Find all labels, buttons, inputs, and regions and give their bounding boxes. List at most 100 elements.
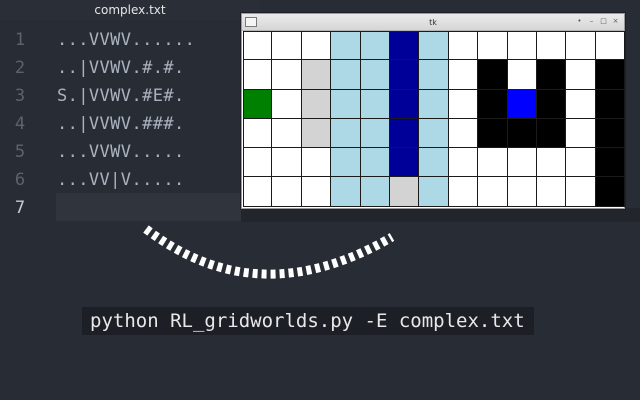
grid-cell-water [360,177,390,207]
grid-cell-deep [389,60,420,90]
tk-window-title: tk [429,18,437,27]
code-line[interactable]: ...VVWV..... [57,138,195,166]
grid-cell-wind [301,60,332,90]
code-line[interactable]: ...VV|V..... [57,166,195,194]
grid-cell-goal [507,89,537,119]
grid-cell-empty [507,31,537,61]
grid-cell-empty [507,60,537,90]
grid-cell-deep [389,148,420,178]
grid-cell-water [419,148,449,178]
grid-cell-empty [272,89,302,119]
grid-cell-empty [448,148,479,178]
grid-cell-empty [448,31,479,61]
grid-cell-empty [507,177,537,207]
grid-cell-wind [301,118,332,149]
grid-cell-wall [478,89,508,119]
grid-cell-wall [478,60,508,90]
grid-cell-empty [301,148,332,178]
editor-tab-title: complex.txt [94,3,166,17]
dashed-arrow-arc [143,225,395,279]
grid-cell-empty [566,148,596,178]
grid-cell-empty [272,60,302,90]
grid-cell-empty [243,177,273,207]
line-number: 4 [14,114,26,134]
line-number: 7 [14,198,26,218]
grid-cell-empty [272,118,302,149]
grid-cell-water [360,31,390,61]
tk-titlebar[interactable]: tk • – □ × [242,14,624,31]
grid-cell-empty [448,118,479,149]
grid-cell-empty [448,60,479,90]
grid-cell-empty [272,177,302,207]
grid-cell-wall [595,177,626,207]
grid-cell-wind [301,89,332,119]
grid-cell-empty [243,148,273,178]
grid-cell-empty [301,177,332,207]
grid-cell-empty [243,118,273,149]
grid-cell-water [419,60,449,90]
grid-cell-water [360,148,390,178]
line-number: 2 [14,58,26,78]
minimize-icon[interactable]: – [587,17,596,26]
code-line[interactable]: ..|VVWV.###. [57,110,195,138]
grid-cell-empty [478,31,508,61]
grid-cell-empty [507,148,537,178]
grid-cell-water [419,31,449,61]
code-line[interactable]: S.|VVWV.#E#. [57,82,195,110]
grid-cell-empty [566,118,596,149]
grid-cell-wall [595,60,626,90]
line-number: 5 [14,142,26,162]
close-icon[interactable]: × [611,17,620,26]
window-controls: • – □ × [575,17,620,28]
grid-cell-empty [448,89,479,119]
grid-cell-empty [301,31,332,61]
grid-cell-water [331,118,361,149]
code-area[interactable]: ...VVWV...... ..|VVWV.#.#. S.|VVWV.#E#. ..|… [57,26,195,222]
grid-cell-water [331,177,361,207]
grid-cell-empty [272,31,302,61]
grid-cell-empty [566,31,596,61]
grid-cell-water [331,31,361,61]
grid-cell-water [360,118,390,149]
grid-cell-wind [389,177,420,207]
grid-cell-wall [507,118,537,149]
terminal-command: python RL_gridworlds.py -E complex.txt [82,307,534,335]
grid-cell-water [360,89,390,119]
grid-cell-water [419,89,449,119]
grid-cell-deep [389,89,420,119]
grid-cell-wall [536,118,567,149]
grid-cell-empty [566,89,596,119]
line-number: 6 [14,170,26,190]
grid-cell-wall [536,89,567,119]
line-number-gutter: 1 2 3 4 5 6 7 [0,26,40,222]
line-number: 3 [14,86,26,106]
grid-cell-water [419,118,449,149]
grid-cell-start [243,89,273,119]
grid-cell-water [331,148,361,178]
grid-cell-empty [243,31,273,61]
grid-cell-deep [389,31,420,61]
grid-cell-wall [595,89,626,119]
grid-cell-empty [448,177,479,207]
editor-tab[interactable]: complex.txt [0,0,260,20]
tk-window[interactable]: tk • – □ × [241,13,626,209]
pin-icon[interactable]: • [575,17,584,26]
code-line[interactable]: ..|VVWV.#.#. [57,54,195,82]
grid-cell-wall [536,60,567,90]
grid-cell-wall [595,148,626,178]
dashed-arc-path [143,225,395,279]
grid-cell-water [419,177,449,207]
grid-cell-empty [566,60,596,90]
grid-cell-water [360,60,390,90]
maximize-icon[interactable]: □ [599,17,608,26]
gridworld-canvas [243,31,626,207]
grid-cell-water [331,89,361,119]
grid-cell-empty [536,177,567,207]
grid-cell-empty [536,148,567,178]
code-line[interactable]: ...VVWV...... [57,26,195,54]
grid-cell-water [331,60,361,90]
grid-cell-empty [536,31,567,61]
grid-cell-empty [478,148,508,178]
line-number: 1 [14,30,26,50]
grid-cell-empty [595,31,626,61]
